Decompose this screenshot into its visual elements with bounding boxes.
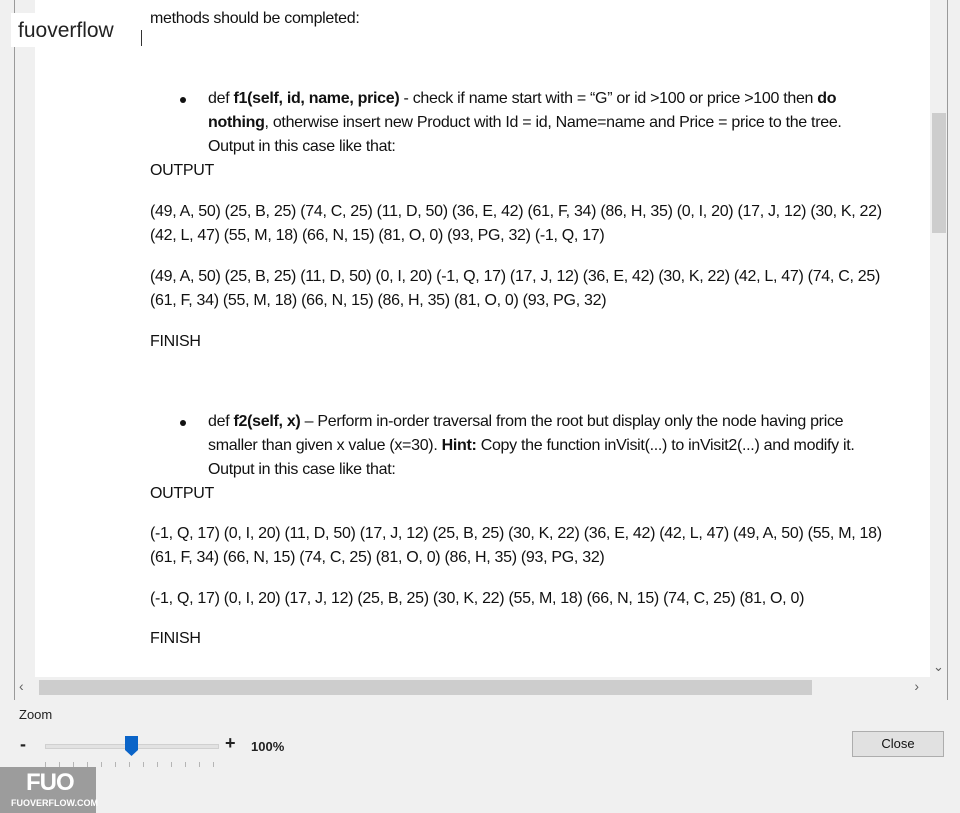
output-4: (-1, Q, 17) (0, I, 20) (17, J, 12) (25, … bbox=[150, 590, 805, 607]
watermark-text: fuoverflow bbox=[11, 13, 135, 47]
zoom-value: 100% bbox=[251, 739, 285, 754]
f2-line-2: smaller than given x value (x=30). Hint:… bbox=[208, 437, 855, 454]
horizontal-scroll-thumb[interactable] bbox=[39, 680, 812, 695]
zoom-tick bbox=[199, 762, 200, 767]
watermark-logo: FUO FUOVERFLOW.COM bbox=[0, 767, 98, 813]
zoom-out-button[interactable]: - bbox=[20, 734, 26, 755]
f2-line-1: def f2(self, x) – Perform in-order trave… bbox=[208, 413, 844, 430]
zoom-tick bbox=[101, 762, 102, 767]
zoom-tick bbox=[115, 762, 116, 767]
chevron-right-icon[interactable]: › bbox=[914, 678, 919, 694]
output-label: OUTPUT bbox=[150, 485, 214, 502]
output-label: OUTPUT bbox=[150, 162, 214, 179]
zoom-slider-thumb[interactable] bbox=[124, 736, 138, 756]
output-1b: (42, L, 47) (55, M, 18) (66, N, 15) (81,… bbox=[150, 227, 605, 244]
finish-label: FINISH bbox=[150, 333, 201, 350]
zoom-label: Zoom bbox=[19, 707, 53, 722]
zoom-tick bbox=[157, 762, 158, 767]
zoom-tick bbox=[129, 762, 130, 767]
zoom-tick bbox=[185, 762, 186, 767]
vertical-scrollbar[interactable]: ⌄ bbox=[930, 0, 947, 677]
output-2b: (61, F, 34) (55, M, 18) (66, N, 15) (86,… bbox=[150, 292, 607, 309]
bullet-icon bbox=[180, 420, 186, 426]
f1-line-1: def f1(self, id, name, price) - check if… bbox=[208, 90, 837, 107]
zoom-tick bbox=[213, 762, 214, 767]
document-page: methods should be completed: def f1(self… bbox=[35, 0, 936, 677]
close-button[interactable]: Close bbox=[852, 731, 944, 757]
text-caret bbox=[141, 30, 142, 46]
intro-text: methods should be completed: bbox=[150, 10, 360, 27]
chevron-left-icon[interactable]: ‹ bbox=[19, 678, 24, 694]
f1-line-2: nothing, otherwise insert new Product wi… bbox=[208, 114, 842, 131]
output-3b: (61, F, 34) (66, N, 15) (74, C, 25) (81,… bbox=[150, 549, 605, 566]
zoom-tick bbox=[143, 762, 144, 767]
zoom-in-button[interactable]: + bbox=[225, 733, 236, 754]
output-3a: (-1, Q, 17) (0, I, 20) (11, D, 50) (17, … bbox=[150, 525, 882, 542]
f1-line-3: Output in this case like that: bbox=[208, 138, 396, 155]
chevron-down-icon[interactable]: ⌄ bbox=[930, 658, 947, 675]
logo-text: FUO bbox=[26, 769, 75, 796]
document-viewer: methods should be completed: def f1(self… bbox=[14, 0, 948, 700]
output-1a: (49, A, 50) (25, B, 25) (74, C, 25) (11,… bbox=[150, 203, 882, 220]
f2-line-3: Output in this case like that: bbox=[208, 461, 396, 478]
output-2a: (49, A, 50) (25, B, 25) (11, D, 50) (0, … bbox=[150, 268, 880, 285]
bullet-icon bbox=[180, 97, 186, 103]
horizontal-scrollbar[interactable]: ‹ › bbox=[15, 677, 947, 699]
vertical-scroll-thumb[interactable] bbox=[932, 113, 946, 233]
zoom-tick bbox=[171, 762, 172, 767]
finish-label: FINISH bbox=[150, 630, 201, 647]
logo-subtext: FUOVERFLOW.COM bbox=[11, 798, 98, 808]
